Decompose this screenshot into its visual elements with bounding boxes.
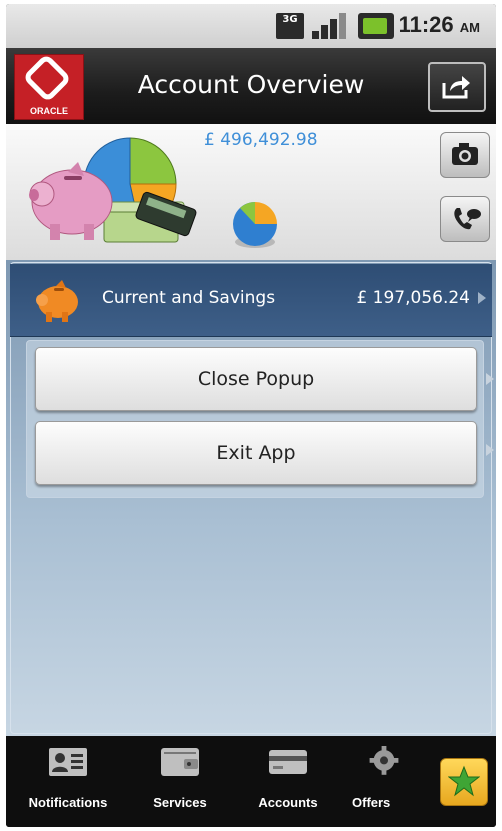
phone-screen: 3G 11:26 AM ORACLE Account Overview £ 49… (6, 4, 496, 827)
nav-item-accounts[interactable]: Accounts (238, 736, 338, 827)
account-name: Current and Savings (102, 288, 276, 308)
nav-label-notifications: Notifications (28, 795, 108, 810)
nav-label-accounts: Accounts (258, 795, 318, 810)
pie-chart-icon (233, 202, 277, 248)
wallet-icon (161, 748, 199, 776)
clock: 11:26 AM (399, 12, 480, 38)
nav-item-offers[interactable]: Offers (342, 736, 412, 827)
nav-item-services[interactable]: Services (130, 736, 230, 827)
exit-app-button[interactable]: Exit App (35, 421, 477, 485)
total-balance: £ 496,492.98 (204, 130, 318, 150)
account-balance: £ 197,056.24 (356, 288, 470, 308)
content-area: Current and Savings £ 197,056.24 Close P… (6, 260, 496, 736)
chevron-right-icon (486, 444, 494, 456)
chevron-right-icon (478, 292, 486, 304)
summary-banner: £ 496,492.98 (6, 124, 496, 262)
network-type-indicator: 3G (276, 13, 304, 39)
popup-menu: Close Popup Exit App (26, 340, 484, 498)
nav-label-offers: Offers (352, 795, 391, 810)
close-popup-button[interactable]: Close Popup (35, 347, 477, 411)
bottom-navigation: Notifications Services Accounts Offers (6, 736, 496, 827)
oracle-mark-icon (22, 53, 72, 103)
camera-icon (452, 143, 478, 165)
chevron-right-icon (486, 373, 494, 385)
account-row-current-savings[interactable]: Current and Savings £ 197,056.24 (10, 264, 492, 337)
call-button[interactable] (440, 196, 490, 242)
signal-icon (312, 13, 348, 39)
phone-chat-icon (454, 208, 481, 230)
clock-time: 11:26 (398, 12, 454, 37)
savings-illustration-icon (29, 137, 197, 243)
logo-text: ORACLE (30, 106, 68, 116)
clock-ampm: AM (459, 20, 480, 35)
camera-button[interactable] (440, 132, 490, 178)
page-title: Account Overview (137, 70, 365, 99)
star-icon (448, 765, 480, 797)
share-icon (442, 76, 470, 99)
battery-icon (358, 13, 394, 39)
status-bar: 3G 11:26 AM (6, 4, 496, 48)
gear-icon (369, 746, 399, 775)
nav-item-notifications[interactable]: Notifications (18, 736, 118, 827)
share-button[interactable] (428, 62, 486, 112)
piggy-bank-icon (36, 280, 78, 322)
contact-card-icon (49, 748, 87, 776)
network-type-label: 3G (282, 14, 298, 25)
favorites-button[interactable] (440, 758, 488, 806)
nav-label-services: Services (153, 795, 207, 810)
oracle-logo: ORACLE (14, 53, 84, 120)
title-bar: ORACLE Account Overview (6, 48, 496, 124)
credit-card-icon (269, 750, 307, 774)
